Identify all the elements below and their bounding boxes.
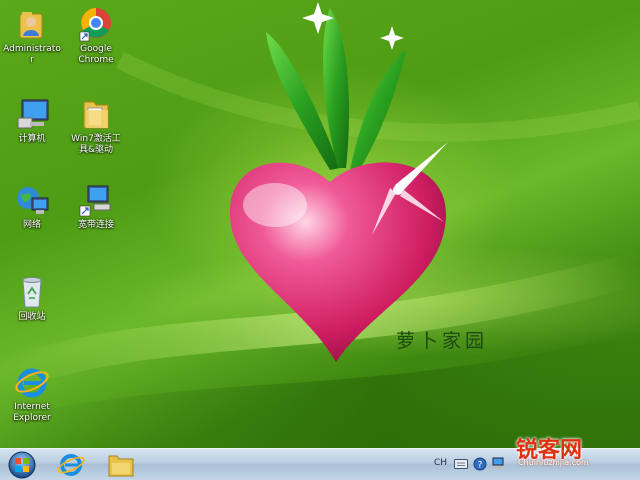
- desktop-icon-broadband[interactable]: 宽带连接: [64, 182, 128, 231]
- desktop-icon-label: Win7激活工 具&驱动: [71, 134, 121, 155]
- start-button[interactable]: [4, 450, 40, 480]
- desktop-icon-label: Internet Explorer: [13, 402, 51, 423]
- desktop[interactable]: 萝卜家园 Administrato r Google Chrome 计算机 Wi…: [0, 0, 640, 448]
- desktop-icon-administrator[interactable]: Administrato r: [0, 6, 64, 66]
- windows-orb-icon: [8, 451, 36, 479]
- desktop-icon-label: 宽带连接: [77, 220, 114, 230]
- desktop-icon-internet-explorer[interactable]: Internet Explorer: [0, 364, 64, 424]
- desktop-icon-label: Administrato r: [3, 44, 61, 65]
- watermark-url: Chuiniuzhijia.com: [518, 458, 589, 467]
- recycle-bin-icon: [14, 274, 50, 310]
- desktop-icon-label: Google Chrome: [78, 44, 114, 65]
- taskbar-explorer-button[interactable]: [102, 451, 140, 479]
- desktop-icon-label: 计算机: [18, 134, 46, 144]
- computer-icon: [14, 96, 50, 132]
- taskbar-ie-button[interactable]: [52, 451, 90, 479]
- folder-icon: [78, 96, 114, 132]
- ie-icon: [57, 454, 85, 476]
- desktop-icon-computer[interactable]: 计算机: [0, 96, 64, 145]
- desktop-icon-label: 网络: [22, 220, 41, 230]
- wallpaper-brand-text: 萝卜家园: [396, 330, 489, 352]
- desktop-icon-label: 回收站: [18, 312, 46, 322]
- broadband-connection-icon: [78, 182, 114, 218]
- desktop-icon-recycle-bin[interactable]: 回收站: [0, 274, 64, 323]
- network-icon: [14, 182, 50, 218]
- language-indicator[interactable]: CH: [434, 458, 447, 468]
- desktop-icon-network[interactable]: 网络: [0, 182, 64, 231]
- keyboard-icon[interactable]: [454, 458, 468, 470]
- network-status-icon[interactable]: [492, 456, 504, 472]
- user-folder-icon: [14, 6, 50, 42]
- svg-text:?: ?: [478, 461, 483, 471]
- desktop-icon-win7-activator[interactable]: Win7激活工 具&驱动: [64, 96, 128, 156]
- folder-icon: [108, 455, 134, 477]
- site-watermark: 锐客网 Chuiniuzhijia.com: [516, 432, 640, 470]
- help-icon[interactable]: ?: [473, 457, 487, 471]
- desktop-icon-google-chrome[interactable]: Google Chrome: [64, 6, 128, 66]
- ie-icon: [14, 364, 50, 400]
- chrome-icon: [78, 6, 114, 42]
